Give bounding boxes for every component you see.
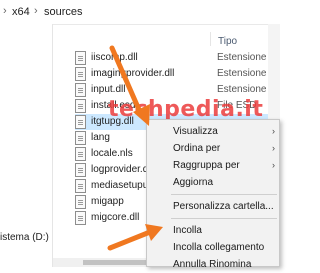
arrow-icon [107, 224, 163, 251]
annotation-arrows [107, 45, 163, 251]
arrow-icon [109, 45, 150, 126]
